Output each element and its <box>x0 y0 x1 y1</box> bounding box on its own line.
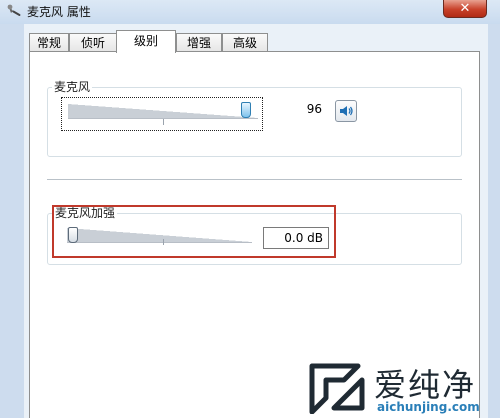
slider-tick <box>163 119 164 125</box>
microphone-slider-track <box>68 104 258 119</box>
window-frame-left <box>0 24 24 418</box>
watermark-url: aichunjing.com <box>377 400 480 414</box>
tab-label: 侦听 <box>80 36 105 50</box>
tab-label: 常规 <box>36 36 61 50</box>
window-frame-right <box>488 24 500 418</box>
close-icon: ✕ <box>459 1 471 16</box>
mute-button[interactable] <box>335 100 357 122</box>
tab-general[interactable]: 常规 <box>29 33 69 52</box>
tab-listen[interactable]: 侦听 <box>69 33 117 52</box>
microphone-icon <box>7 4 21 16</box>
tab-label: 高级 <box>232 36 257 50</box>
microphone-label: 麦克风 <box>52 78 93 95</box>
microphone-level-value: 96 <box>306 102 322 116</box>
window-title: 麦克风 属性 <box>27 5 91 19</box>
watermark-logo-icon <box>309 363 365 414</box>
close-button[interactable]: ✕ <box>443 0 487 18</box>
tab-enhancements[interactable]: 增强 <box>176 33 222 52</box>
microphone-slider-thumb[interactable] <box>241 102 251 118</box>
tab-label: 增强 <box>186 36 211 50</box>
title-bar: 麦克风 属性 ✕ <box>0 0 500 24</box>
tab-label: 级别 <box>133 34 158 48</box>
tab-levels[interactable]: 级别 <box>116 30 176 53</box>
tab-advanced[interactable]: 高级 <box>222 33 268 52</box>
section-divider <box>47 179 462 180</box>
microphone-slider[interactable] <box>68 102 258 126</box>
speaker-icon <box>340 106 353 116</box>
highlight-box <box>52 205 336 258</box>
